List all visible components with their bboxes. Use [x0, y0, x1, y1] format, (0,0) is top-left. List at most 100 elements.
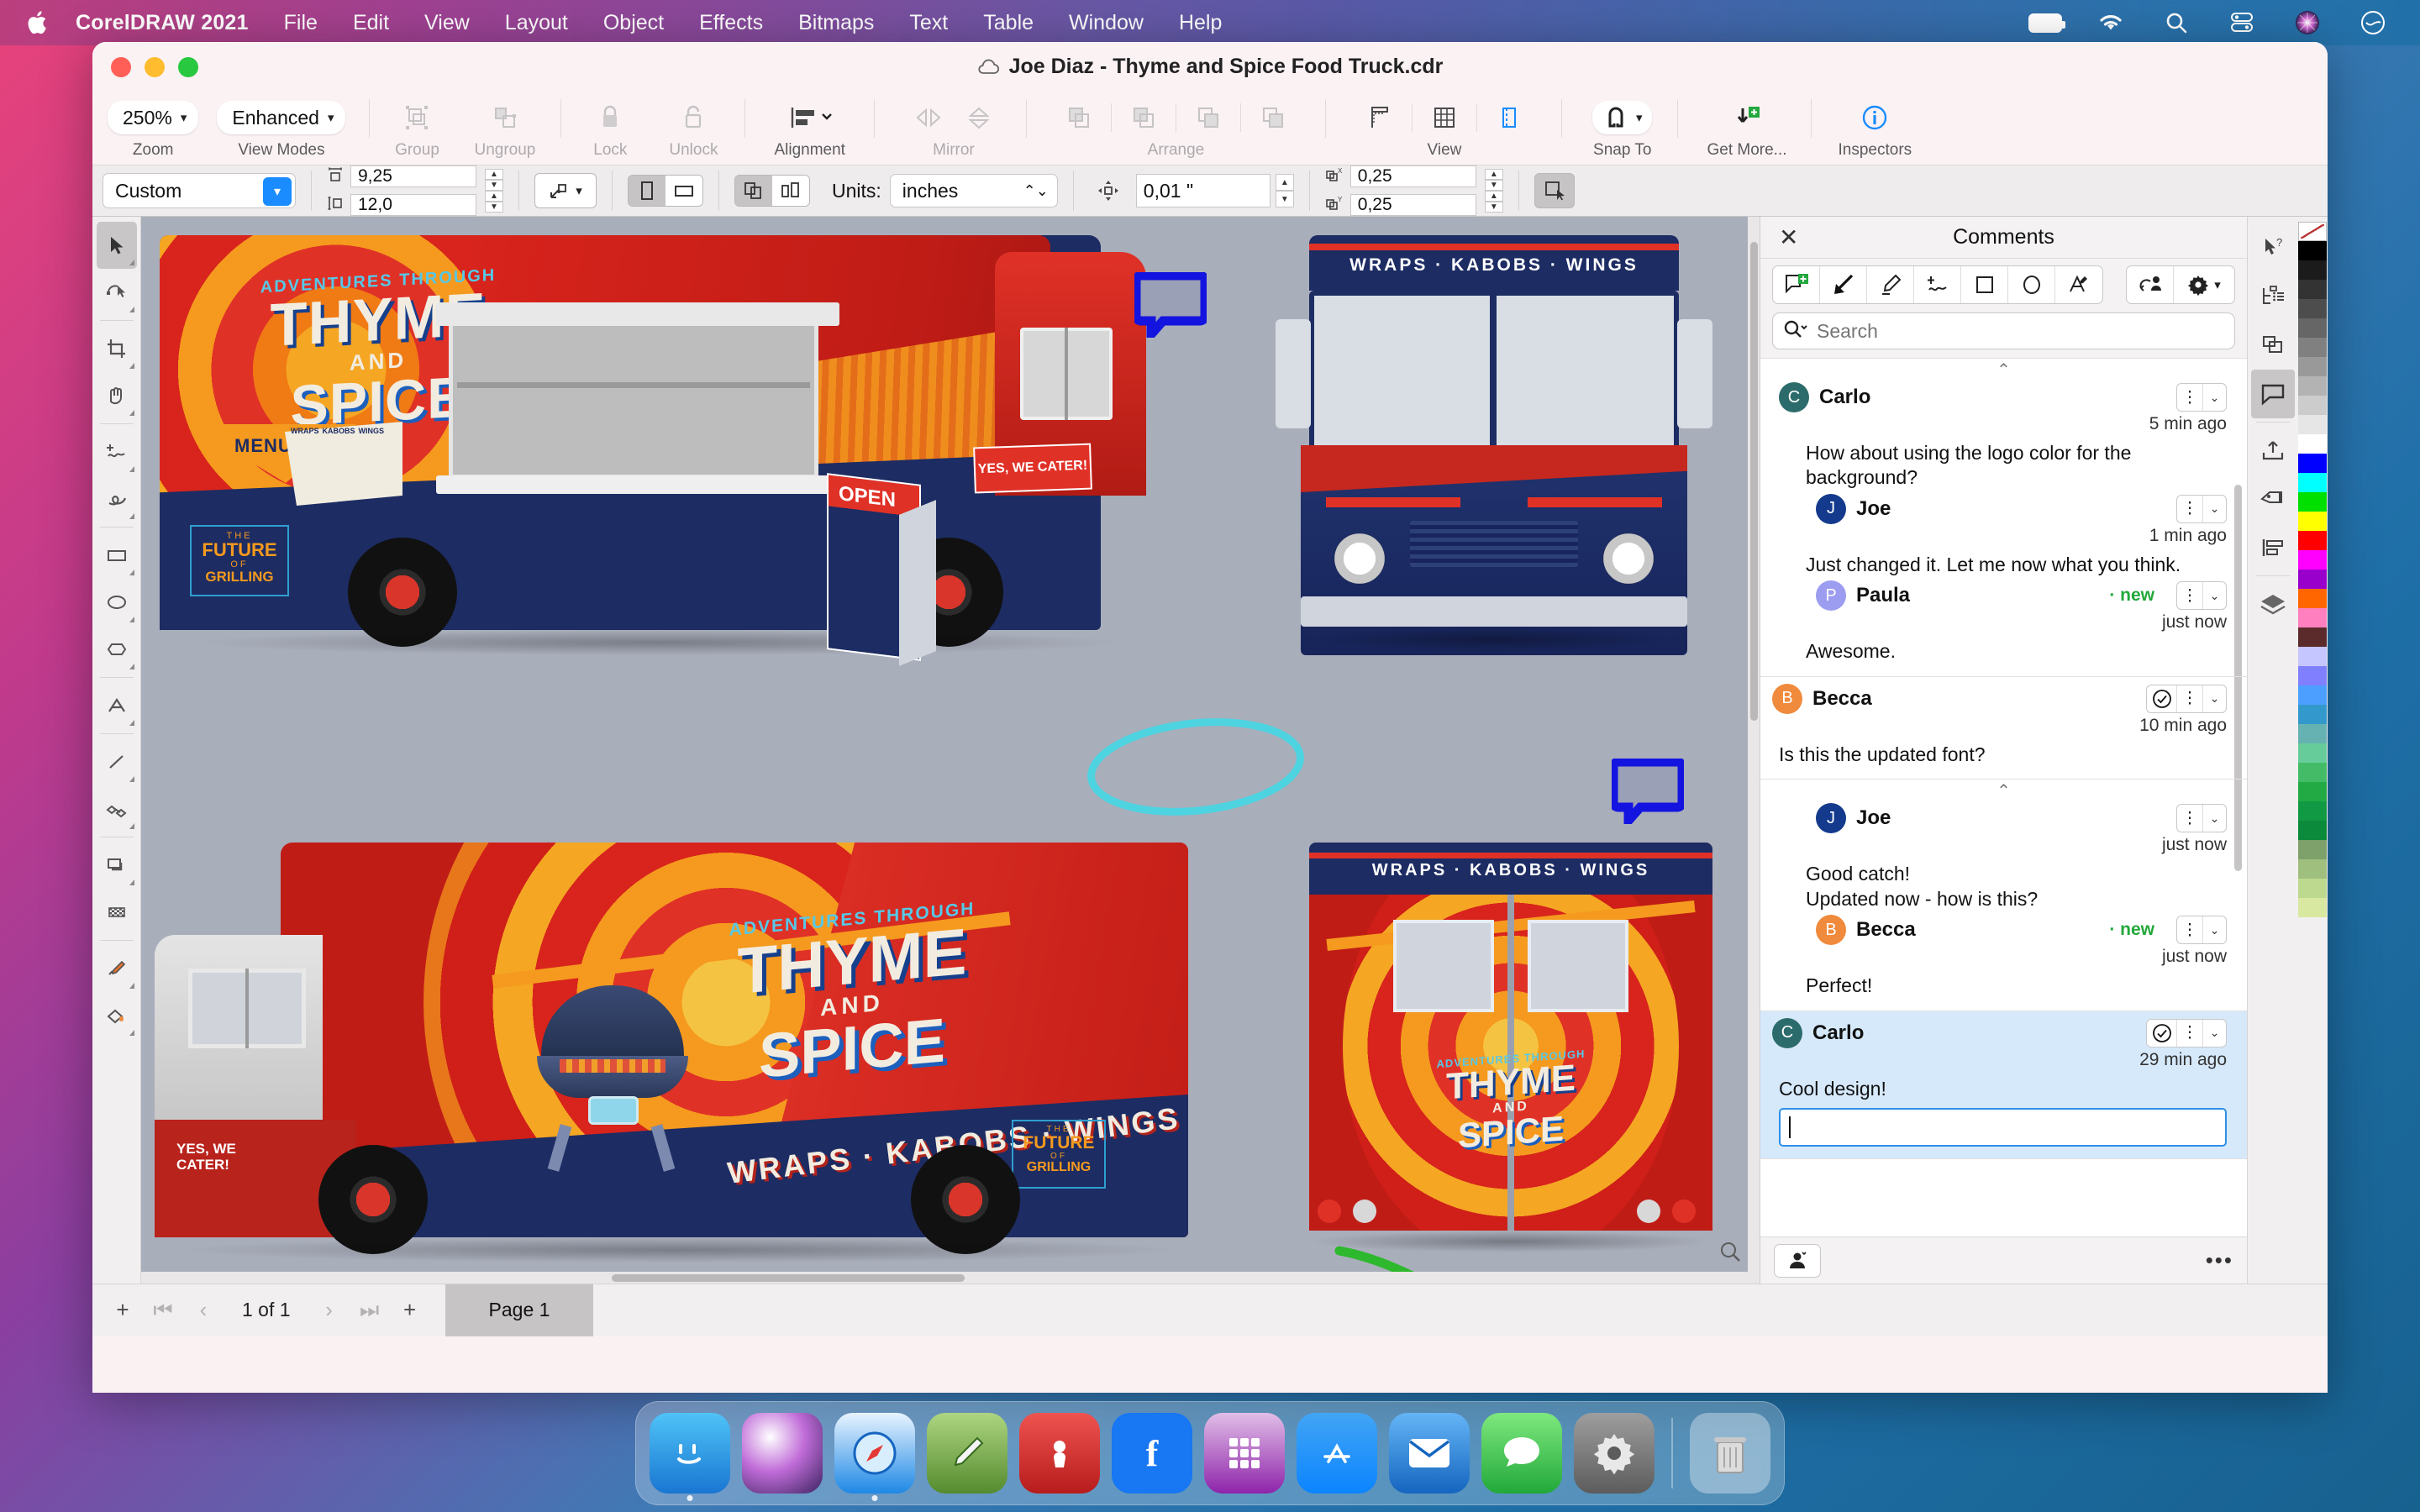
- menu-layout[interactable]: Layout: [505, 11, 568, 35]
- chevron-up-icon[interactable]: ⌃: [1760, 783, 2247, 800]
- color-swatch[interactable]: [2298, 473, 2327, 492]
- chevron-down-icon[interactable]: ▼: [1484, 180, 1503, 191]
- document-canvas[interactable]: ADVENTURES THROUGH THYME AND SPICE MENU …: [141, 217, 1760, 1284]
- page-tab-1[interactable]: Page 1: [445, 1284, 594, 1336]
- cyan-ellipse-annotation[interactable]: [1082, 712, 1309, 822]
- comment-marker-1[interactable]: [1131, 270, 1210, 347]
- dock-app-app-store[interactable]: [1297, 1413, 1377, 1494]
- resolve-check-icon[interactable]: [2147, 1019, 2177, 1047]
- duplicate-offset-steppers[interactable]: ▲ ▼ ▲ ▼: [1484, 169, 1503, 213]
- canvas-horizontal-scrollbar[interactable]: [141, 1272, 1760, 1284]
- kebab-icon[interactable]: ⋮: [2177, 582, 2202, 609]
- chevron-down-icon[interactable]: ▼: [1275, 191, 1294, 207]
- chevron-up-icon[interactable]: ⌃: [1760, 362, 2247, 379]
- chevron-down-icon[interactable]: ⌄: [2202, 916, 2226, 944]
- units-dropdown[interactable]: inches ⌃⌄: [889, 174, 1058, 207]
- truck-rear-view[interactable]: WRAPS · KABOBS · WINGS ADVENTURES THROUG…: [1292, 843, 1729, 1284]
- drop-shadow-tool[interactable]: [97, 842, 137, 889]
- color-swatch[interactable]: [2298, 434, 2327, 454]
- color-swatch[interactable]: [2298, 743, 2327, 763]
- chevron-down-icon[interactable]: ⌄: [2202, 582, 2226, 610]
- menu-effects[interactable]: Effects: [699, 11, 763, 35]
- kebab-icon[interactable]: ⋮: [2177, 1020, 2202, 1047]
- page-height-input[interactable]: 12,0: [350, 194, 476, 216]
- dock-app-trash[interactable]: [1690, 1413, 1770, 1494]
- color-swatch[interactable]: [2298, 299, 2327, 318]
- menu-view[interactable]: View: [424, 11, 470, 35]
- chevron-down-icon[interactable]: ▼: [1484, 202, 1503, 213]
- chevron-down-icon[interactable]: ⌄: [2202, 805, 2226, 832]
- none-swatch[interactable]: [2298, 222, 2327, 241]
- comment-menu-button[interactable]: ⋮ ⌄: [2176, 581, 2227, 611]
- strikethrough-tool-icon[interactable]: [2055, 266, 2102, 303]
- chevron-up-icon[interactable]: ▲: [1484, 191, 1503, 202]
- chevron-down-icon[interactable]: ⌄: [2202, 495, 2226, 522]
- shape-tool[interactable]: [97, 269, 137, 316]
- comment-thread-1[interactable]: ⌃ C Carlo ⋮ ⌄ 5 min ago How about using …: [1760, 359, 2247, 677]
- mirror-horizontal-icon[interactable]: [905, 98, 952, 137]
- control-center-icon[interactable]: [2225, 6, 2259, 39]
- freehand-tool-icon[interactable]: [1914, 266, 1961, 303]
- color-swatch[interactable]: [2298, 280, 2327, 299]
- dock-app-podcasts[interactable]: [1019, 1413, 1100, 1494]
- ungroup-icon[interactable]: [481, 98, 529, 137]
- parallel-dimension-tool[interactable]: [97, 785, 137, 832]
- battery-icon[interactable]: [2028, 6, 2065, 39]
- color-swatch[interactable]: [2298, 338, 2327, 357]
- page-orientation-toggle[interactable]: [628, 175, 703, 207]
- notification-center-icon[interactable]: [2356, 6, 2390, 39]
- dock-app-mail[interactable]: [1389, 1413, 1470, 1494]
- last-page-icon[interactable]: ⏭: [350, 1291, 390, 1330]
- lock-icon[interactable]: [587, 98, 634, 137]
- zoom-level-dropdown[interactable]: 250% ▾: [108, 101, 199, 134]
- comment-menu-button[interactable]: ⋮ ⌄: [2146, 1018, 2227, 1047]
- search-icon[interactable]: [2160, 6, 2193, 39]
- next-page-icon[interactable]: ›: [309, 1291, 350, 1330]
- duplicate-offset-x-input[interactable]: 0,25: [1349, 165, 1476, 187]
- treat-as-filled-button[interactable]: [1534, 173, 1575, 208]
- landscape-orientation-button[interactable]: [666, 176, 702, 206]
- page-size-steppers[interactable]: ▲ ▼ ▲ ▼: [485, 169, 503, 213]
- chevron-down-icon[interactable]: ⌄: [2202, 1019, 2226, 1047]
- more-options-icon[interactable]: •••: [2206, 1247, 2233, 1273]
- color-swatch[interactable]: [2298, 608, 2327, 627]
- smart-drawing-tool[interactable]: [97, 475, 137, 522]
- comment-menu-button[interactable]: ⋮ ⌄: [2176, 383, 2227, 412]
- prev-page-icon[interactable]: ‹: [183, 1291, 224, 1330]
- freehand-tool[interactable]: [97, 428, 137, 475]
- color-swatch[interactable]: [2298, 589, 2327, 608]
- color-swatch[interactable]: [2298, 512, 2327, 531]
- chevron-up-icon[interactable]: ▲: [1484, 169, 1503, 180]
- kebab-icon[interactable]: ⋮: [2177, 916, 2202, 943]
- chevron-down-icon[interactable]: ▾: [263, 177, 292, 206]
- crop-tool[interactable]: [97, 325, 137, 372]
- search-input[interactable]: [1817, 319, 2234, 343]
- color-swatch[interactable]: [2298, 415, 2327, 434]
- open-a-frame-sign[interactable]: OPEN: [827, 473, 936, 666]
- rectangle-tool[interactable]: [97, 532, 137, 579]
- color-swatch[interactable]: [2298, 705, 2327, 724]
- truck-passenger-side-view[interactable]: ADVENTURES THROUGH THYME AND SPICE WRAPS…: [155, 843, 1188, 1284]
- pan-tool[interactable]: [97, 372, 137, 419]
- comment-thread-4[interactable]: C Carlo ⋮ ⌄ 29 min ago Cool design!: [1760, 1011, 2247, 1159]
- objects-icon[interactable]: [2251, 321, 2295, 370]
- object-properties-icon[interactable]: ?: [2251, 223, 2295, 272]
- mirror-vertical-icon[interactable]: [955, 98, 1002, 137]
- first-page-icon[interactable]: ⏮: [143, 1291, 183, 1330]
- menu-bitmaps[interactable]: Bitmaps: [798, 11, 874, 35]
- comment-menu-button[interactable]: ⋮ ⌄: [2176, 916, 2227, 945]
- chevron-down-icon[interactable]: ⌄: [2202, 384, 2226, 411]
- close-icon[interactable]: ✕: [1779, 223, 1798, 251]
- chevron-down-icon[interactable]: ▼: [485, 202, 503, 213]
- color-eyedropper-tool[interactable]: [97, 945, 137, 992]
- chevron-down-icon[interactable]: ⌄: [2202, 685, 2226, 712]
- color-swatch[interactable]: [2298, 724, 2327, 743]
- kebab-icon[interactable]: ⋮: [2177, 496, 2202, 522]
- dock-app-launchpad[interactable]: [1204, 1413, 1285, 1494]
- duplicate-offset-y-input[interactable]: 0,25: [1349, 194, 1476, 216]
- color-swatch[interactable]: [2298, 531, 2327, 550]
- ellipse-tool[interactable]: [97, 579, 137, 626]
- portrait-orientation-button[interactable]: [629, 176, 666, 206]
- canvas-vertical-scrollbar[interactable]: [1748, 217, 1760, 1284]
- export-icon[interactable]: [2251, 426, 2295, 475]
